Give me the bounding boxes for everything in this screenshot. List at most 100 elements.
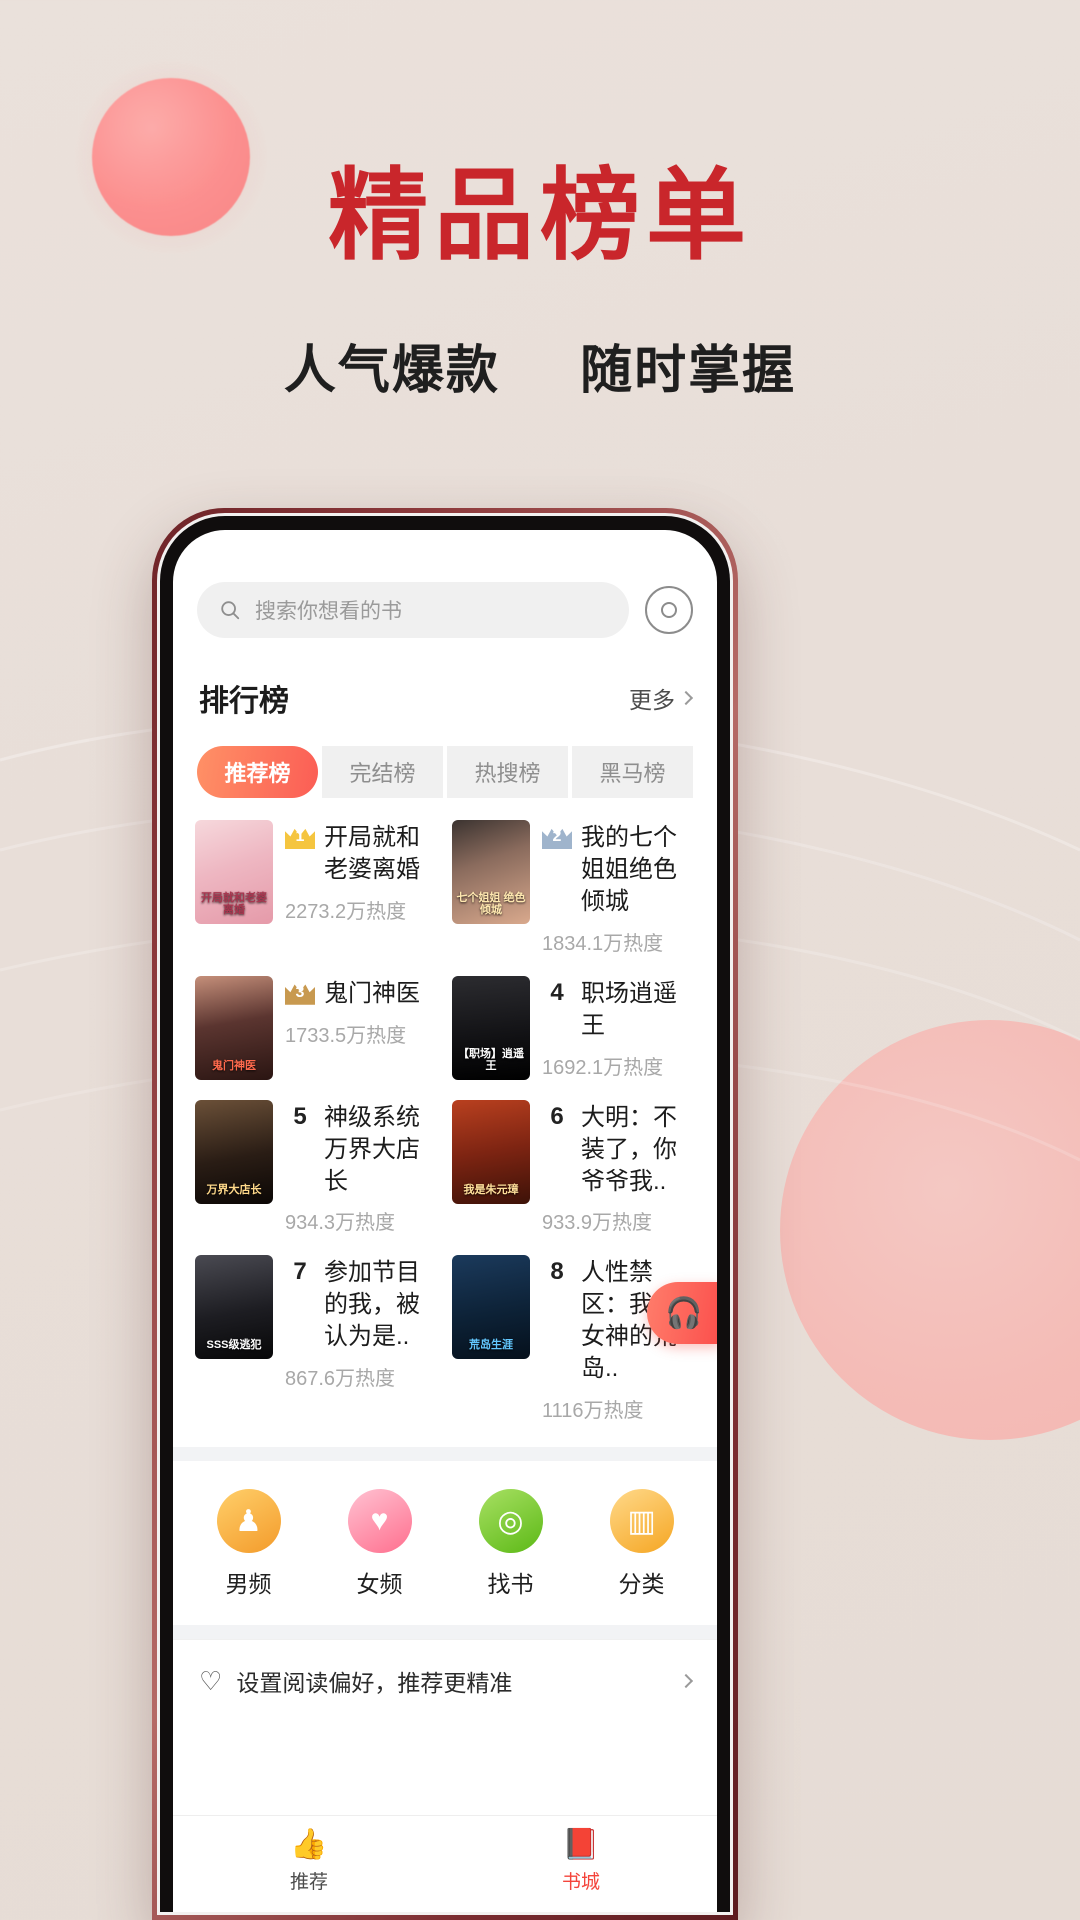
- thumbs-up-icon: 👍: [290, 1828, 328, 1861]
- rank-badge-crown-silver: 2: [542, 825, 572, 849]
- headphones-icon: 🎧: [665, 1296, 703, 1330]
- book-heat: 1733.5万热度: [285, 1024, 407, 1047]
- list-item[interactable]: 七个姐姐 绝色倾城 2 我的七个姐姐绝色倾城 1834.1万热度: [452, 820, 695, 956]
- audio-player-fab[interactable]: 🎧: [647, 1282, 717, 1344]
- list-item[interactable]: 我是朱元璋 6 大明：不装了，你爷爷我.. 933.9万热度: [452, 1099, 695, 1236]
- nav-label: 推荐: [289, 1872, 328, 1893]
- book-heat: 1692.1万热度: [542, 1056, 664, 1079]
- book-cover[interactable]: 【职场】逍遥王: [452, 975, 530, 1080]
- book-cover[interactable]: 荒岛生涯: [452, 1255, 530, 1360]
- list-item[interactable]: 鬼门神医 3 鬼门神医 1733.5万热度: [195, 975, 438, 1080]
- category-male[interactable]: ♟ 男频: [189, 1489, 309, 1599]
- category-shortcuts: ♟ 男频 ♥ 女频 ◎ 找书 ▥ 分类: [173, 1461, 717, 1625]
- preference-text: 设置阅读偏好，推荐更精准: [236, 1670, 513, 1697]
- phone-mockup: 搜索你想看的书 排行榜 更多 推荐榜 完结榜 热搜榜 黑马榜 开局就和老婆离婚 …: [152, 508, 738, 1920]
- list-item[interactable]: 万界大店长 5 神级系统万界大店长 934.3万热度: [195, 1099, 438, 1236]
- more-link[interactable]: 更多: [629, 681, 694, 715]
- book-title: 职场逍遥王: [581, 979, 677, 1039]
- find-book-icon: ◎: [478, 1489, 543, 1554]
- ranking-book-grid: 开局就和老婆离婚 1 开局就和老婆离婚 2273.2万热度 七个姐姐 绝色倾城 …: [173, 798, 717, 1447]
- book-title: 参加节目的我，被认为是..: [324, 1259, 420, 1351]
- tab-hotsearch[interactable]: 热搜榜: [447, 746, 568, 798]
- book-title: 我的七个姐姐绝色倾城: [581, 824, 677, 915]
- cover-label: 我是朱元璋: [463, 1183, 519, 1196]
- cover-label: 【职场】逍遥王: [458, 1047, 524, 1072]
- book-title-line: 3 鬼门神医: [285, 978, 438, 1010]
- category-label: 分类: [618, 1571, 665, 1598]
- promo-headline: 精品榜单 人气爆款 随时掌握: [0, 162, 1080, 403]
- category-label: 男频: [225, 1571, 272, 1598]
- tab-recommend[interactable]: 推荐榜: [197, 746, 318, 798]
- heart-icon: ♡: [199, 1665, 223, 1696]
- cover-label: 万界大店长: [206, 1183, 262, 1196]
- subtitle-right: 随时掌握: [580, 341, 797, 401]
- section-divider-2: [173, 1625, 717, 1640]
- book-title: 神级系统万界大店长: [324, 1103, 420, 1195]
- cover-label: SSS级逃犯: [206, 1339, 262, 1352]
- cover-label: 鬼门神医: [212, 1059, 256, 1072]
- book-title-line: 7 参加节目的我，被认为是..: [285, 1257, 438, 1353]
- category-classify[interactable]: ▥ 分类: [582, 1489, 702, 1599]
- section-title: 排行榜: [199, 685, 289, 718]
- nav-item-recommend[interactable]: 👍 推荐: [173, 1830, 445, 1894]
- page-title: 精品榜单: [328, 157, 752, 274]
- book-cover[interactable]: 七个姐姐 绝色倾城: [452, 820, 530, 924]
- book-meta: 7 参加节目的我，被认为是.. 867.6万热度: [285, 1255, 438, 1391]
- subtitle-left: 人气爆款: [283, 341, 500, 401]
- scan-circle-icon[interactable]: [645, 586, 693, 634]
- tab-darkhorse[interactable]: 黑马榜: [572, 746, 693, 798]
- book-heat: 2273.2万热度: [285, 900, 407, 923]
- book-cover[interactable]: 鬼门神医: [195, 975, 273, 1080]
- reading-preference-row[interactable]: ♡ 设置阅读偏好，推荐更精准: [173, 1639, 717, 1722]
- male-channel-icon: ♟: [216, 1489, 281, 1554]
- book-title: 开局就和老婆离婚: [324, 824, 420, 883]
- category-icon: ▥: [609, 1489, 674, 1554]
- rank-number: 5: [293, 1102, 307, 1130]
- cover-label: 荒岛生涯: [469, 1339, 513, 1352]
- book-title-line: 4 职场逍遥王: [542, 978, 695, 1042]
- rank-number: 8: [550, 1258, 564, 1286]
- phone-inner-rim: 搜索你想看的书 排行榜 更多 推荐榜 完结榜 热搜榜 黑马榜 开局就和老婆离婚 …: [157, 513, 733, 1915]
- cover-label: 开局就和老婆离婚: [201, 891, 267, 916]
- rank-number: 7: [293, 1258, 307, 1286]
- book-meta: 1 开局就和老婆离婚 2273.2万热度: [285, 820, 438, 924]
- book-title: 鬼门神医: [324, 979, 420, 1007]
- phone-bezel: 搜索你想看的书 排行榜 更多 推荐榜 完结榜 热搜榜 黑马榜 开局就和老婆离婚 …: [160, 516, 730, 1912]
- rank-badge-crown-bronze: 3: [285, 981, 315, 1005]
- book-title-line: 2 我的七个姐姐绝色倾城: [542, 822, 695, 918]
- rank-badge-crown-gold: 1: [285, 825, 315, 849]
- search-row: 搜索你想看的书: [173, 530, 717, 638]
- list-item[interactable]: 开局就和老婆离婚 1 开局就和老婆离婚 2273.2万热度: [195, 820, 438, 956]
- chevron-right-icon: [678, 1673, 694, 1689]
- book-meta: 5 神级系统万界大店长 934.3万热度: [285, 1100, 438, 1236]
- chevron-right-icon: [678, 690, 694, 706]
- page-subtitle: 人气爆款 随时掌握: [0, 328, 1080, 403]
- list-item[interactable]: 荒岛生涯 8 人性禁区：我和女神的荒岛.. 1116万热度: [452, 1255, 695, 1423]
- book-heat: 867.6万热度: [285, 1368, 396, 1391]
- book-title: 大明：不装了，你爷爷我..: [581, 1103, 677, 1195]
- category-female[interactable]: ♥ 女频: [320, 1489, 440, 1599]
- list-item[interactable]: SSS级逃犯 7 参加节目的我，被认为是.. 867.6万热度: [195, 1255, 438, 1423]
- book-heat: 934.3万热度: [285, 1212, 396, 1235]
- ranking-tabs: 推荐榜 完结榜 热搜榜 黑马榜: [173, 720, 717, 798]
- list-item[interactable]: 【职场】逍遥王 4 职场逍遥王 1692.1万热度: [452, 975, 695, 1080]
- book-cover[interactable]: SSS级逃犯: [195, 1255, 273, 1360]
- scan-inner-dot: [661, 602, 677, 618]
- rank-number: 4: [550, 978, 564, 1006]
- cover-label: 七个姐姐 绝色倾城: [456, 891, 526, 916]
- book-meta: 6 大明：不装了，你爷爷我.. 933.9万热度: [542, 1100, 695, 1236]
- section-divider: [173, 1447, 717, 1462]
- nav-label: 书城: [561, 1872, 600, 1893]
- book-heat: 933.9万热度: [542, 1212, 653, 1235]
- book-cover[interactable]: 万界大店长: [195, 1099, 273, 1204]
- book-cover[interactable]: 我是朱元璋: [452, 1099, 530, 1204]
- search-icon: [221, 601, 240, 620]
- ranking-section-header: 排行榜 更多: [173, 638, 717, 720]
- search-input[interactable]: 搜索你想看的书: [197, 582, 629, 638]
- category-findbook[interactable]: ◎ 找书: [451, 1489, 571, 1599]
- tab-completed[interactable]: 完结榜: [322, 746, 443, 798]
- book-store-icon: 📕: [562, 1828, 600, 1861]
- book-cover[interactable]: 开局就和老婆离婚: [195, 820, 273, 924]
- category-label: 女频: [356, 1571, 403, 1598]
- nav-item-bookstore[interactable]: 📕 书城: [445, 1830, 717, 1894]
